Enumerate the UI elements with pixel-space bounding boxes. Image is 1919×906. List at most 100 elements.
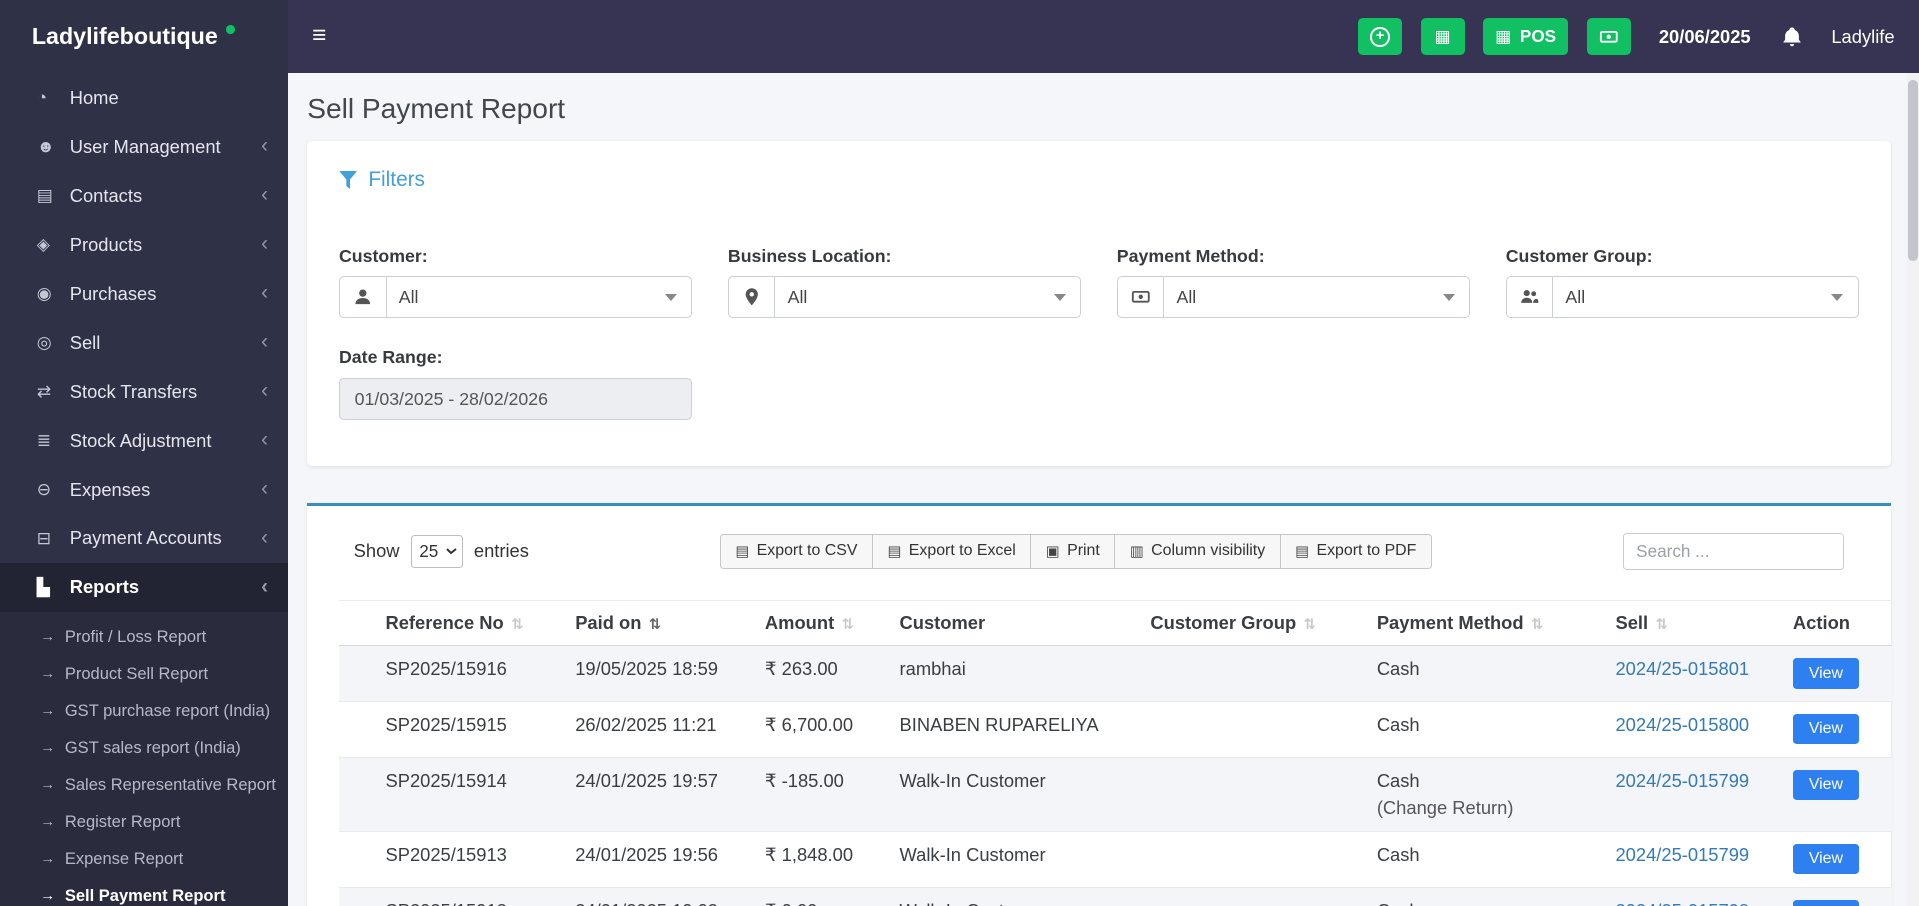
payment-method-value: Cash [1376,844,1420,866]
view-button[interactable]: View [1792,714,1859,745]
export-excel-button[interactable]: ▤ Export to Excel [871,533,1032,570]
customer-select[interactable]: All [339,276,693,319]
sidebar-item-sell[interactable]: ◎ Sell ‹ [0,318,288,367]
cell-sell: 2024/25-015799 [1605,756,1784,832]
user-menu[interactable]: Ladylife [1831,26,1894,48]
sidebar-item-reports[interactable]: ▙ Reports ‹ [0,562,288,612]
chevron-left-icon: ‹ [261,281,269,305]
cell-action: View [1783,756,1893,832]
pos-button[interactable]: ▦ POS [1482,18,1569,56]
column-header-customer[interactable]: Customer [889,600,1141,647]
cell-reference-no: SP2025/15912 [375,886,566,906]
column-header-paid-on[interactable]: Paid on ⇅ [565,600,756,647]
filters-heading-label: Filters [368,167,425,191]
notifications-button[interactable] [1781,26,1803,48]
sell-invoice-link[interactable]: 2024/25-015801 [1615,658,1749,679]
export-button-group: ▤ Export to CSV ▤ Export to Excel ▣ Prin… [719,533,1433,570]
topbar-actions: + ▦ ▦ POS 20/06/2025 Ladylife [1358,18,1895,56]
sidebar-item-user-management[interactable]: ☻ User Management ‹ [0,122,288,171]
cell-payment-method: Cash [1367,700,1606,758]
customer-group-label: Customer Group: [1505,245,1653,266]
sidebar-item-purchases[interactable]: ◉ Purchases ‹ [0,269,288,318]
cell-reference-no: SP2025/15913 [375,830,566,888]
cell-amount: ₹ 0.00 [755,886,890,906]
cell-reference-no: SP2025/15914 [375,756,566,832]
payment-method-label: Payment Method: [1116,245,1265,266]
cell-customer: rambhai [889,645,1141,702]
brand-text: Ladylifeboutique [31,23,218,50]
column-header-amount[interactable]: Amount ⇅ [755,600,890,647]
export-csv-button[interactable]: ▤ Export to CSV [719,533,874,570]
cell-action: View [1783,830,1893,888]
sidebar-item-stock-adjustment[interactable]: ≣ Stock Adjustment ‹ [0,416,288,465]
sell-invoice-link[interactable]: 2024/25-015800 [1615,714,1749,735]
plus-circle-icon: + [1370,26,1390,47]
sidebar-item-payment-accounts[interactable]: ⊟ Payment Accounts ‹ [0,514,288,563]
sidebar-item-expenses[interactable]: ⊖ Expenses ‹ [0,465,288,514]
sidebar-item-products[interactable]: ◈ Products ‹ [0,220,288,269]
brand-logo[interactable]: Ladylifeboutique [0,0,288,74]
search-input[interactable] [1622,532,1845,570]
page-size-control: Show 25 entries [353,534,529,568]
scrollbar-thumb[interactable] [1908,79,1918,261]
date-range-input[interactable] [339,378,693,420]
submenu-item-7[interactable]: → Sell Payment Report [0,878,288,906]
view-button[interactable]: View [1792,844,1859,875]
sidebar-item-home[interactable]: ◔ Home [0,73,288,122]
submenu-item-3[interactable]: → GST sales report (India) [0,729,288,766]
topbar-main: ≡ + ▦ ▦ POS 20/06/2025 Ladylife [288,0,1919,73]
columns-icon: ▥ [1129,543,1144,560]
calculator-icon: ▦ [1434,26,1451,47]
sidebar-nav: ◔ Home ☻ User Management ‹ ▤ Contacts ‹ … [0,73,288,906]
cell-customer-group [1140,645,1368,702]
sidebar: ◔ Home ☻ User Management ‹ ▤ Contacts ‹ … [0,73,288,906]
cell-payment-method: Cash [1367,645,1606,702]
grid-icon: ▦ [1495,26,1512,47]
column-visibility-button[interactable]: ▥ Column visibility [1114,533,1281,570]
customer-group-select[interactable]: All [1505,276,1860,319]
arrow-right-icon: → [40,777,56,794]
add-button[interactable]: + [1358,18,1403,56]
cell-payment-method: Cash (Change Return) [1367,756,1606,832]
minus-circle-icon: ⊖ [36,479,52,500]
submenu-label: GST sales report (India) [64,737,241,757]
hamburger-menu-icon[interactable]: ≡ [312,24,326,48]
view-button[interactable]: View [1792,769,1859,801]
business-location-select[interactable]: All [727,276,1082,319]
sell-invoice-link[interactable]: 2024/25-015799 [1615,770,1749,791]
submenu-item-1[interactable]: → Product Sell Report [0,655,288,692]
page-size-select[interactable]: 25 [410,534,463,568]
sidebar-item-stock-transfers[interactable]: ⇄ Stock Transfers ‹ [0,367,288,416]
bell-icon [1783,27,1802,46]
payment-method-value: Cash [1376,658,1420,680]
table-row-3: SP2025/15913 24/01/2025 19:56 ₹ 1,848.00… [339,830,1893,888]
banknote-icon [1118,277,1165,318]
print-button[interactable]: ▣ Print [1030,533,1116,570]
submenu-item-0[interactable]: → Profit / Loss Report [0,618,288,655]
export-pdf-button[interactable]: ▤ Export to PDF [1279,533,1433,570]
submenu-label: Product Sell Report [64,663,209,683]
column-header-sell[interactable]: Sell ⇅ [1605,600,1784,647]
chevron-left-icon: ‹ [261,428,269,452]
submenu-item-4[interactable]: → Sales Representative Report [0,767,288,804]
view-button[interactable]: View [1792,899,1859,906]
show-label: Show [353,540,400,562]
column-header-customer-group[interactable]: Customer Group ⇅ [1140,600,1368,647]
sell-invoice-link[interactable]: 2024/25-015799 [1615,844,1749,865]
database-icon: ≣ [36,430,52,451]
file-icon: ▤ [1295,543,1310,560]
cash-register-button[interactable] [1586,18,1631,56]
view-button[interactable]: View [1792,658,1859,689]
cell-sell: 2024/25-015800 [1605,700,1784,758]
column-header-payment-method[interactable]: Payment Method ⇅ [1367,600,1606,647]
payment-method-select[interactable]: All [1116,276,1471,319]
submenu-item-2[interactable]: → GST purchase report (India) [0,692,288,729]
sell-invoice-link[interactable]: 2024/25-015798 [1615,900,1749,906]
calculator-button[interactable]: ▦ [1420,18,1465,56]
submenu-item-5[interactable]: → Register Report [0,804,288,841]
file-icon: ▤ [735,543,750,560]
sidebar-item-contacts[interactable]: ▤ Contacts ‹ [0,171,288,220]
sort-icon: ⇅ [1655,617,1668,634]
column-header-reference-no[interactable]: Reference No ⇅ [375,600,566,647]
submenu-item-6[interactable]: → Expense Report [0,841,288,878]
